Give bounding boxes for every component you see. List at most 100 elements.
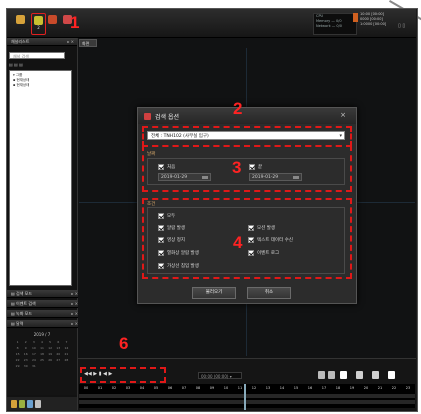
date-group-label: 날짜: [147, 152, 156, 157]
window-controls[interactable]: ▯ ▯: [398, 23, 405, 29]
calendar-day[interactable]: 29: [14, 364, 21, 369]
timeline[interactable]: 00 01 02 03 04 05 06 07 08 09 10 11 12 13 14 15 16 17 18 19…: [79, 384, 415, 408]
calendar-day[interactable]: 3: [30, 340, 37, 345]
grid-icon[interactable]: [372, 371, 379, 379]
calendar-day[interactable]: 22: [14, 358, 21, 363]
condition-checkbox-thermal-alarm[interactable]: [158, 250, 164, 256]
calendar-days[interactable]: 1 2 3 4 5 6 7 8 9 10 11 12 13 14 15 16 17 18 19 20 21 22 23 24 2…: [7, 337, 77, 372]
calendar-day[interactable]: 18: [38, 352, 45, 357]
calendar-day[interactable]: 8: [14, 346, 21, 351]
calendar-day[interactable]: 17: [30, 352, 37, 357]
cancel-button[interactable]: 취소: [247, 287, 291, 299]
timeline-hour-label: 15: [293, 386, 299, 390]
calendar-day[interactable]: 16: [22, 352, 29, 357]
section-title: ▤ 녹화 모드: [11, 311, 33, 316]
timeline-hour-label: 06: [167, 386, 173, 390]
panel-controls[interactable]: ▸ ×: [67, 38, 74, 45]
panel-section-calendar[interactable]: ▤ 달력 ▸ ×: [7, 320, 81, 328]
close-icon[interactable]: ×: [340, 111, 346, 119]
channel-tree[interactable]: ▾ 그룹 ▪ 현재상태 ▪ 현재상태: [9, 70, 72, 286]
calendar-day[interactable]: 13: [55, 346, 62, 351]
calendar-widget[interactable]: 2019 / 7 1 2 3 4 5 6 7 8 9 10 11 12 13 14 15 16 17 18 19 20…: [7, 329, 77, 395]
channel-search-input[interactable]: 채널 검색: [9, 52, 65, 59]
start-date-checkbox[interactable]: [158, 164, 164, 170]
condition-checkbox-text-data[interactable]: [248, 237, 254, 243]
tree-item[interactable]: ▪ 현재상태: [13, 83, 71, 88]
calendar-day[interactable]: 7: [63, 340, 70, 345]
layout-icon[interactable]: [340, 371, 347, 379]
channel-select-value: 전체 : TNH102 (사무실 입구): [151, 134, 209, 139]
calendar-day[interactable]: 4: [38, 340, 45, 345]
section-controls[interactable]: ▸ ×: [71, 310, 78, 317]
split-icon[interactable]: [356, 371, 363, 379]
timeline-hour-label: 10: [223, 386, 229, 390]
start-date-field[interactable]: 2019-01-29: [158, 173, 211, 181]
condition-checkbox-all[interactable]: [158, 213, 164, 219]
calendar-day[interactable]: 20: [55, 352, 62, 357]
calendar-day[interactable]: 30: [22, 364, 29, 369]
calendar-day[interactable]: 14: [63, 346, 70, 351]
calendar-day[interactable]: 24: [30, 358, 37, 363]
calendar-day[interactable]: 5: [47, 340, 54, 345]
calendar-day[interactable]: 31: [30, 364, 37, 369]
section-controls[interactable]: ▸ ×: [71, 290, 78, 297]
calendar-day[interactable]: 6: [55, 340, 62, 345]
calendar-day[interactable]: 2: [22, 340, 29, 345]
setup-button[interactable]: [46, 13, 59, 33]
panel-section-event-search[interactable]: ▤ 이벤트 검색 ▸ ×: [7, 300, 81, 308]
folder-icon[interactable]: [11, 400, 17, 408]
search-button[interactable]: 2: [31, 13, 46, 35]
calendar-icon[interactable]: [293, 176, 299, 179]
annotation-marker-3: 3: [232, 158, 242, 177]
calendar-day[interactable]: 10: [30, 346, 37, 351]
channel-list-header: 채널리스트 ▸ ×: [7, 38, 77, 46]
zoom-out-icon[interactable]: [318, 371, 325, 379]
timeline-cursor[interactable]: [244, 384, 246, 410]
condition-checkbox-motion[interactable]: [248, 225, 254, 231]
playback-controls[interactable]: ◀◀ ▶ ▮ ◀ ▶: [84, 371, 112, 377]
timeline-hour-label: 01: [97, 386, 103, 390]
calendar-day[interactable]: 27: [55, 358, 62, 363]
channel-filter-buttons[interactable]: ▤ ▤ ▤: [9, 62, 23, 67]
panel-section-search-mode[interactable]: ▤ 검색 모드 ▸ ×: [7, 290, 81, 298]
condition-label: 이벤트 로그: [257, 251, 280, 256]
calendar-day[interactable]: 9: [22, 346, 29, 351]
section-controls[interactable]: ▸ ×: [71, 320, 78, 327]
print-icon[interactable]: [27, 400, 33, 408]
time-display[interactable]: 00:00 (00:00) ▾: [198, 372, 242, 379]
condition-checkbox-virtual-line[interactable]: [158, 263, 164, 269]
condition-checkbox-video-stop[interactable]: [158, 237, 164, 243]
toolbar-button-label: 2: [37, 25, 40, 30]
chevron-down-icon: ▾: [339, 133, 342, 139]
fullscreen-icon[interactable]: [388, 371, 395, 379]
condition-checkbox-event-log[interactable]: [248, 250, 254, 256]
timeline-track[interactable]: [79, 400, 415, 404]
load-button[interactable]: 불러오기: [192, 287, 236, 299]
search-icon: [34, 16, 43, 25]
settings-icon[interactable]: [35, 400, 41, 408]
timeline-hour-label: 13: [265, 386, 271, 390]
live-view-button[interactable]: [14, 13, 27, 33]
calendar-day[interactable]: 1: [14, 340, 21, 345]
calendar-day[interactable]: 28: [63, 358, 70, 363]
calendar-day[interactable]: 21: [63, 352, 70, 357]
calendar-day[interactable]: 12: [47, 346, 54, 351]
channel-select[interactable]: 전체 : TNH102 (사무실 입구) ▾: [147, 131, 345, 140]
calendar-day[interactable]: 26: [47, 358, 54, 363]
condition-checkbox-alarm[interactable]: [158, 225, 164, 231]
timeline-track[interactable]: [79, 394, 415, 398]
calendar-day[interactable]: 19: [47, 352, 54, 357]
calendar-day[interactable]: 25: [38, 358, 45, 363]
calendar-icon[interactable]: [202, 176, 208, 179]
calendar-day[interactable]: 15: [14, 352, 21, 357]
end-date-checkbox[interactable]: [249, 164, 255, 170]
section-controls[interactable]: ▸ ×: [71, 300, 78, 307]
export-icon[interactable]: [19, 400, 25, 408]
timeline-hour-label: 12: [251, 386, 257, 390]
calendar-day[interactable]: 23: [22, 358, 29, 363]
calendar-day[interactable]: 11: [38, 346, 45, 351]
zoom-in-icon[interactable]: [328, 371, 335, 379]
panel-section-record-mode[interactable]: ▤ 녹화 모드 ▸ ×: [7, 310, 81, 318]
end-date-field[interactable]: 2019-01-29: [249, 173, 302, 181]
tab-display[interactable]: 화면: [79, 39, 97, 47]
